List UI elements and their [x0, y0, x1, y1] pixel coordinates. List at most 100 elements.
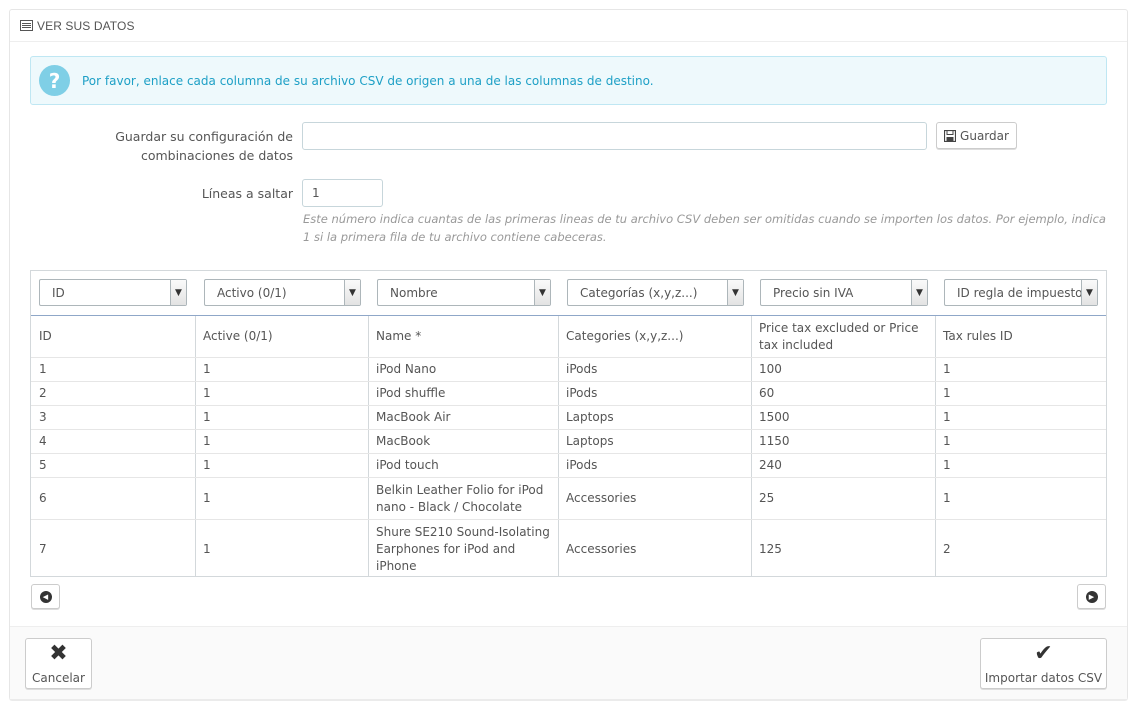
- prev-columns-button[interactable]: ◀: [31, 584, 60, 609]
- mapping-select-value: Activo (0/1): [217, 285, 287, 300]
- table-cell: 1: [943, 434, 951, 448]
- table-cell: 1: [203, 458, 211, 472]
- table-cell: Laptops: [566, 434, 614, 448]
- table-cell: Accessories: [566, 541, 637, 556]
- mapping-select-value: Nombre: [390, 285, 438, 300]
- table-header-cell: Tax rules ID: [943, 329, 1013, 343]
- cancel-button[interactable]: ✖ Cancelar: [25, 638, 92, 689]
- next-columns-button[interactable]: ▶: [1077, 584, 1106, 609]
- table-cell: 1: [943, 410, 951, 424]
- alert-text: Por favor, enlace cada columna de su arc…: [82, 73, 654, 88]
- check-icon: ✔: [1034, 641, 1053, 666]
- chevron-down-icon: ▼: [344, 280, 360, 305]
- table-cell: 2: [943, 541, 951, 556]
- save-config-label: Guardar: [960, 128, 1009, 143]
- import-csv-button[interactable]: ✔ Importar datos CSV: [980, 638, 1107, 689]
- table-cell: iPod shuffle: [376, 386, 446, 400]
- table-row: 6 1 Belkin Leather Folio for iPod nano -…: [31, 478, 1106, 520]
- mapping-select-6[interactable]: ID regla de impuesto ▼: [944, 279, 1098, 306]
- table-cell: 4: [39, 434, 47, 448]
- table-cell: 240: [759, 458, 782, 472]
- table-cell: 1: [203, 541, 211, 556]
- table-cell: Shure SE210 Sound-Isolating Earphones fo…: [376, 524, 550, 573]
- table-cell: 1: [203, 434, 211, 448]
- table-cell: 6: [39, 491, 47, 505]
- table-row: 7 1 Shure SE210 Sound-Isolating Earphone…: [31, 520, 1106, 576]
- mapping-select-3[interactable]: Nombre ▼: [377, 279, 551, 306]
- config-label-line1: Guardar su configuración de: [115, 129, 293, 144]
- table-cell: 2: [39, 386, 47, 400]
- table-cell: 3: [39, 410, 47, 424]
- list-icon: [20, 20, 33, 31]
- table-cell: 1: [943, 458, 951, 472]
- save-config-button[interactable]: Guardar: [936, 122, 1017, 149]
- table-cell: 1500: [759, 410, 790, 424]
- table-cell: 1: [943, 491, 951, 505]
- table-header-row: ID Active (0/1) Name * Categories (x,y,z…: [31, 316, 1106, 358]
- mapping-select-5[interactable]: Precio sin IVA ▼: [760, 279, 928, 306]
- table-cell: Accessories: [566, 491, 637, 505]
- chevron-down-icon: ▼: [170, 280, 186, 305]
- table-row: 2 1 iPod shuffle iPods 60 1: [31, 382, 1106, 406]
- data-grid: ID Active (0/1) Name * Categories (x,y,z…: [31, 315, 1106, 573]
- table-cell: iPod touch: [376, 458, 439, 472]
- info-alert: ? Por favor, enlace cada columna de su a…: [30, 56, 1107, 105]
- chevron-left-circle-icon: ◀: [39, 590, 52, 603]
- table-cell: 125: [759, 541, 782, 556]
- config-name-input[interactable]: [302, 122, 927, 150]
- table-header-cell: ID: [39, 329, 52, 343]
- table-cell: MacBook: [376, 434, 431, 448]
- table-cell: iPods: [566, 386, 598, 400]
- table-cell: 1: [943, 386, 951, 400]
- mapping-select-2[interactable]: Activo (0/1) ▼: [204, 279, 361, 306]
- table-cell: 25: [759, 491, 775, 505]
- chevron-down-icon: ▼: [1081, 280, 1097, 305]
- skip-help-text: Este número indica cuantas de las primer…: [303, 212, 1106, 244]
- mapping-select-1[interactable]: ID ▼: [39, 279, 187, 306]
- skip-label: Líneas a saltar: [201, 186, 293, 201]
- table-cell: MacBook Air: [376, 410, 451, 424]
- table-header-cell: Active (0/1): [203, 329, 273, 343]
- chevron-down-icon: ▼: [534, 280, 550, 305]
- data-table: ID ▼ Activo (0/1) ▼ Nombre ▼ Categorías (x,…: [30, 270, 1107, 577]
- table-cell: 5: [39, 458, 47, 472]
- mapping-select-value: Categorías (x,y,z...): [580, 285, 698, 300]
- table-row: 4 1 MacBook Laptops 1150 1: [31, 430, 1106, 454]
- table-cell: Belkin Leather Folio for iPod nano - Bla…: [376, 482, 544, 514]
- table-cell: 1: [39, 362, 47, 376]
- table-cell: 60: [759, 386, 775, 400]
- save-icon: [944, 129, 957, 142]
- mapping-select-value: Precio sin IVA: [773, 285, 854, 300]
- panel-footer: ✖ Cancelar ✔ Importar datos CSV: [10, 626, 1127, 699]
- close-icon: ✖: [49, 641, 68, 666]
- panel-title: VER SUS DATOS: [37, 18, 135, 33]
- table-row: 5 1 iPod touch iPods 240 1: [31, 454, 1106, 478]
- chevron-down-icon: ▼: [911, 280, 927, 305]
- cancel-label: Cancelar: [32, 671, 85, 685]
- table-row: 1 1 iPod Nano iPods 100 1: [31, 358, 1106, 382]
- skip-lines-input[interactable]: 1: [302, 179, 383, 207]
- table-cell: iPod Nano: [376, 362, 437, 376]
- table-row: 3 1 MacBook Air Laptops 1500 1: [31, 406, 1106, 430]
- table-cell: iPods: [566, 458, 598, 472]
- table-cell: iPods: [566, 362, 598, 376]
- table-cell: 1150: [759, 434, 790, 448]
- column-mapping-row: ID ▼ Activo (0/1) ▼ Nombre ▼ Categorías (x,…: [31, 271, 1106, 315]
- mapping-select-value: ID: [52, 285, 65, 300]
- table-cell: 1: [203, 362, 211, 376]
- import-panel: VER SUS DATOS ? Por favor, enlace cada c…: [9, 9, 1128, 699]
- table-cell: 1: [203, 410, 211, 424]
- mapping-select-4[interactable]: Categorías (x,y,z...) ▼: [567, 279, 744, 306]
- table-cell: 1: [203, 491, 211, 505]
- table-cell: Laptops: [566, 410, 614, 424]
- table-cell: 1: [203, 386, 211, 400]
- import-label: Importar datos CSV: [984, 671, 1103, 685]
- config-label-line2: combinaciones de datos: [140, 148, 293, 163]
- chevron-right-circle-icon: ▶: [1085, 590, 1098, 603]
- table-header-cell: Price tax excluded or Price tax included: [759, 320, 919, 352]
- mapping-select-value: ID regla de impuesto: [957, 285, 1083, 300]
- table-header-cell: Name *: [376, 329, 422, 343]
- table-cell: 1: [943, 362, 951, 376]
- table-cell: 100: [759, 362, 782, 376]
- config-label: Guardar su configuración de combinacione…: [70, 127, 293, 165]
